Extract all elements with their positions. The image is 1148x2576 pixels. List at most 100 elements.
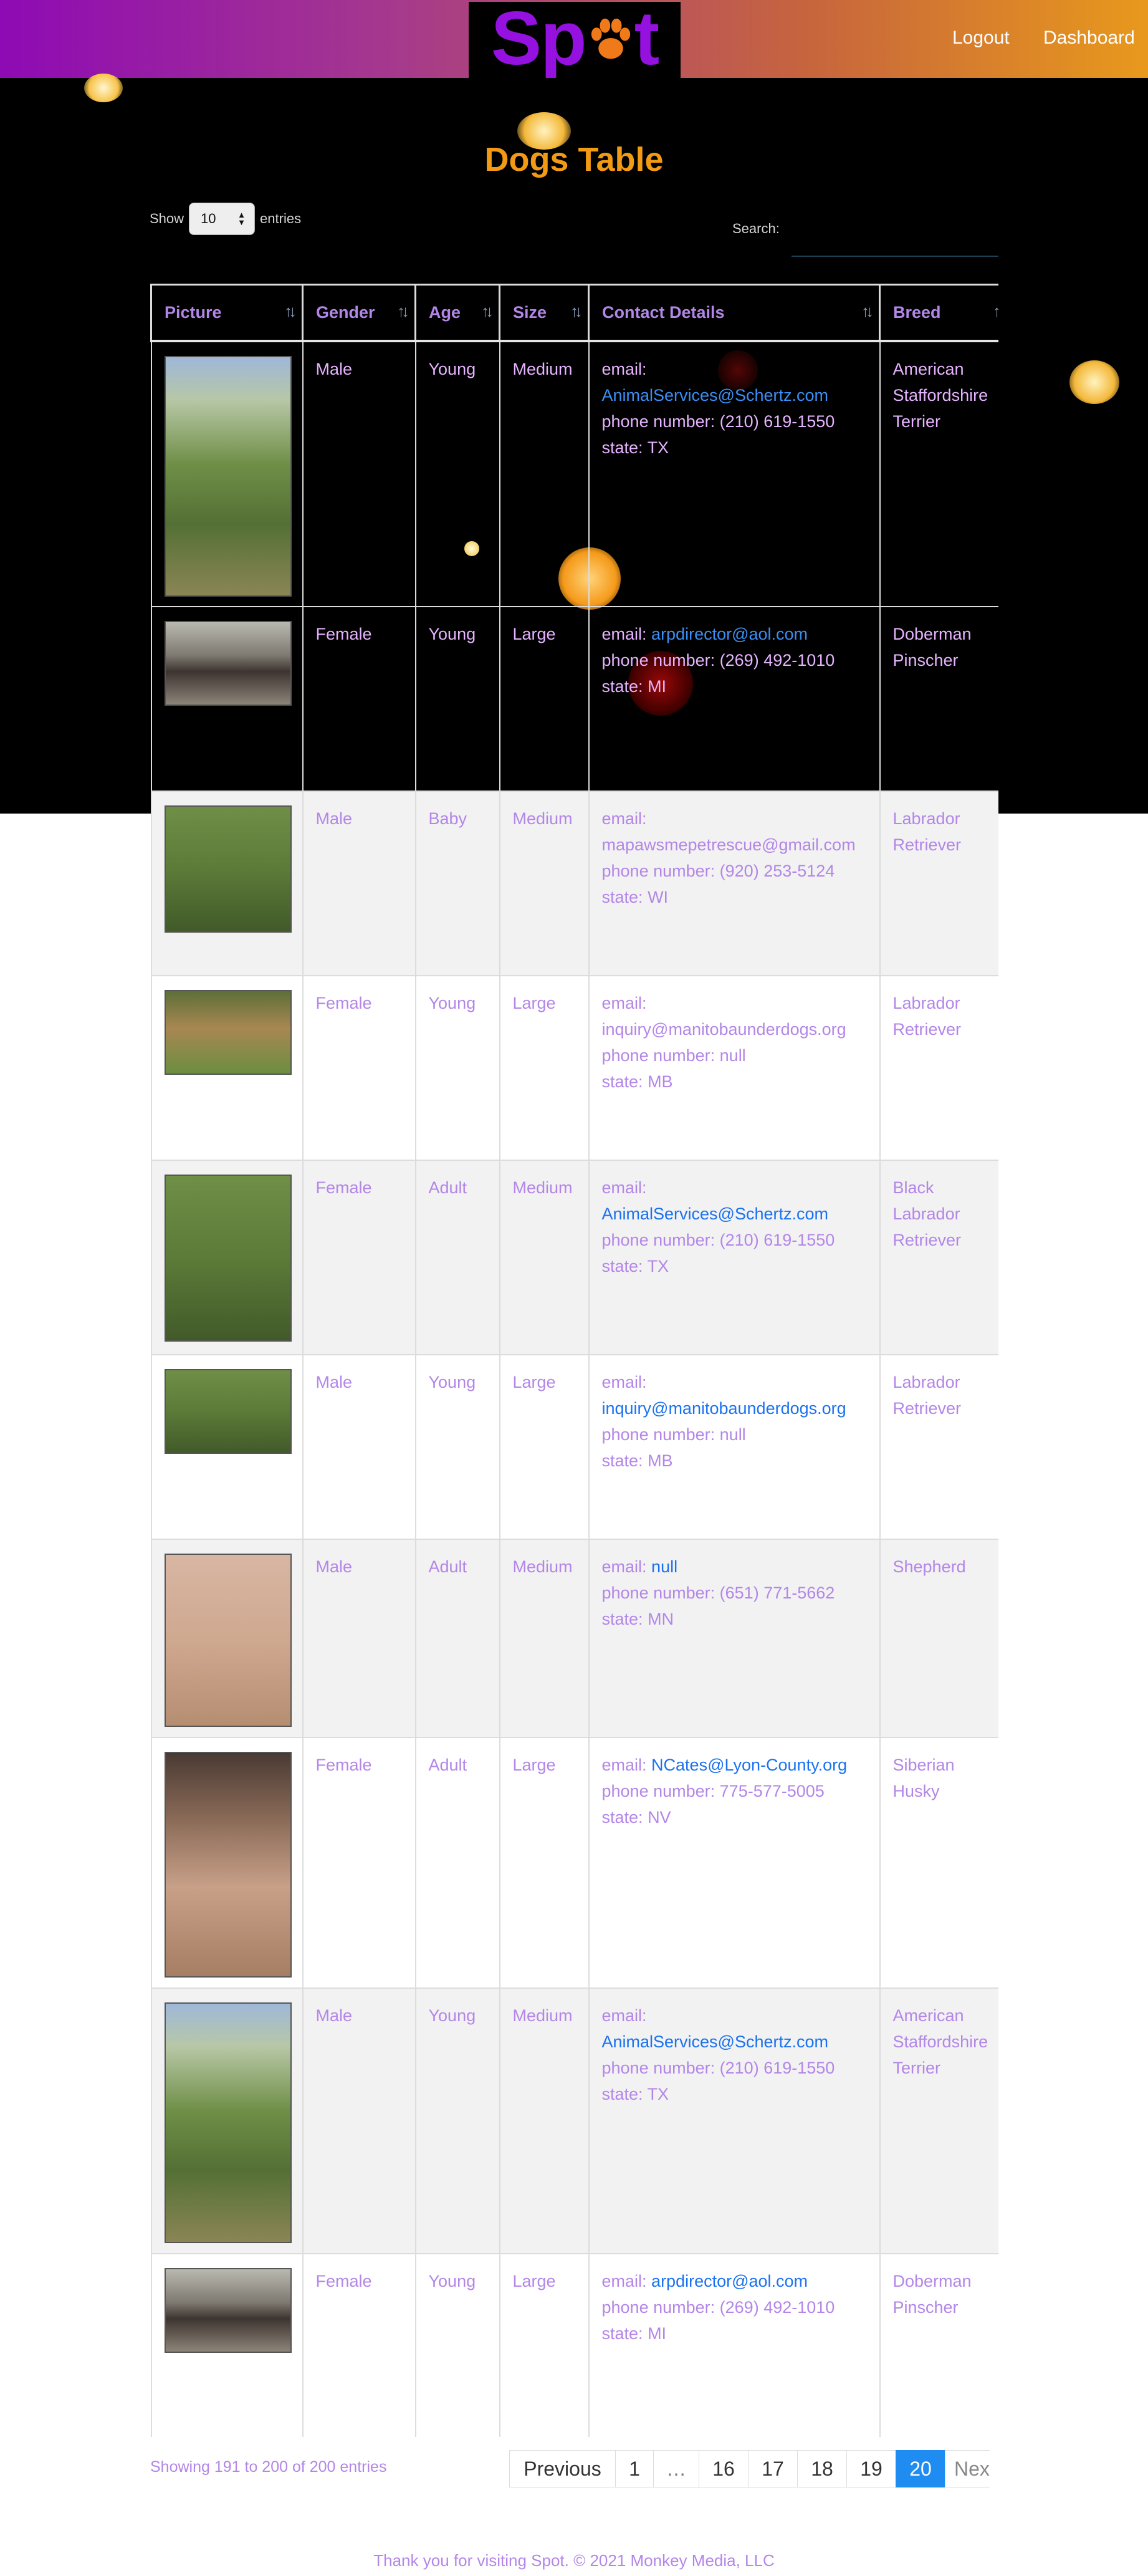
dog-photo[interactable]: [164, 2002, 292, 2243]
picture-cell: [150, 1353, 304, 1540]
dog-photo[interactable]: [164, 1368, 292, 1454]
logo-word: Sp: [490, 0, 587, 80]
picture-cell: [150, 1159, 304, 1355]
email-link[interactable]: arpdirector@aol.com: [651, 625, 808, 643]
email-link[interactable]: inquiry@manitobaunderdogs.org: [602, 1020, 846, 1039]
phone-label: phone number:: [601, 1583, 715, 1602]
email-link[interactable]: null: [651, 1557, 677, 1576]
breed-cell: Doberman Pinscher: [879, 605, 998, 792]
phone-label: phone number:: [601, 1781, 715, 1800]
age-cell: Adult: [414, 1538, 500, 1738]
sort-icon: ↑↓: [993, 302, 998, 320]
contact-cell: email: arpdirector@aol.com phone number:…: [588, 2252, 881, 2437]
paw-icon: [591, 18, 630, 59]
page-button-active[interactable]: 20: [896, 2450, 945, 2487]
sort-icon: ↑↓: [284, 302, 297, 320]
table-row: Male Young Medium email: AnimalServices@…: [150, 340, 998, 607]
age-cell: Young: [414, 1987, 500, 2254]
phone-label: phone number:: [601, 2297, 715, 2317]
table-row: Male Young Large email: inquiry@manitoba…: [150, 1353, 998, 1540]
sort-icon: ↑↓: [570, 302, 583, 320]
logo[interactable]: Sp t: [469, 0, 681, 80]
breed-cell: Labrador Retriever: [879, 974, 998, 1161]
entries-select[interactable]: 10 ▲ ▼: [189, 203, 256, 235]
picture-cell: [150, 1736, 304, 1989]
table-row: Female Young Large email: arpdirector@ao…: [150, 2252, 998, 2437]
dog-photo[interactable]: [164, 1553, 292, 1727]
page-button[interactable]: 19: [846, 2450, 896, 2487]
page-button[interactable]: 17: [748, 2450, 798, 2487]
picture-cell: [150, 1538, 304, 1738]
picture-cell: [150, 605, 304, 792]
top-navbar: Sp t Logout Dashboard: [0, 0, 1148, 78]
state-label: state:: [601, 1451, 643, 1470]
table-row: Female Adult Large email: NCates@Lyon-Co…: [150, 1736, 998, 1989]
email-link[interactable]: AnimalServices@Schertz.com: [602, 386, 829, 405]
age-cell: Adult: [414, 1159, 500, 1355]
gender-cell: Male: [302, 340, 416, 607]
phone-value: null: [719, 1425, 746, 1444]
state-label: state:: [601, 1256, 643, 1276]
search-input[interactable]: [792, 224, 998, 257]
breed-cell: Doberman Pinscher: [879, 2252, 998, 2437]
dog-photo[interactable]: [164, 2267, 292, 2353]
column-header-breed[interactable]: Breed ↑↓: [879, 284, 998, 342]
dog-photo[interactable]: [164, 1751, 292, 1978]
logout-link[interactable]: Logout: [952, 27, 1010, 49]
dogs-table-container: Picture ↑↓ Gender ↑↓ Age ↑↓ Size ↑↓ Contact …: [150, 284, 998, 2437]
dog-photo[interactable]: [164, 1174, 292, 1342]
email-link[interactable]: NCates@Lyon-County.org: [651, 1756, 847, 1774]
page-button[interactable]: 1: [615, 2450, 654, 2487]
email-link[interactable]: inquiry@manitobaunderdogs.org: [602, 1399, 846, 1418]
page-button[interactable]: 18: [797, 2450, 847, 2487]
column-header-size[interactable]: Size ↑↓: [499, 284, 590, 342]
email-label: email:: [601, 1178, 647, 1197]
age-cell: Baby: [414, 790, 500, 976]
previous-button[interactable]: Previous: [509, 2450, 616, 2487]
size-cell: Large: [499, 1353, 590, 1540]
sort-icon: ↑↓: [397, 302, 409, 320]
table-header-row: Picture ↑↓ Gender ↑↓ Age ↑↓ Size ↑↓ Contact …: [150, 284, 998, 342]
column-header-contact-details[interactable]: Contact Details ↑↓: [588, 284, 881, 342]
email-link[interactable]: mapawsmepetrescue@gmail.com: [602, 835, 856, 854]
email-label: email:: [601, 809, 647, 828]
column-header-label: Size: [513, 302, 547, 322]
state-value: TX: [647, 1256, 669, 1276]
state-value: MI: [648, 676, 667, 696]
breed-cell: Shepherd: [879, 1538, 998, 1738]
phone-value: (210) 619-1550: [719, 411, 835, 431]
column-header-picture[interactable]: Picture ↑↓: [150, 284, 304, 342]
gender-cell: Male: [302, 1987, 416, 2254]
pagination: Previous 1 … 16 17 18 19 20 Nex: [509, 2450, 990, 2487]
table-row: Female Young Large email: arpdirector@ao…: [150, 605, 998, 792]
next-button[interactable]: Nex: [945, 2450, 990, 2487]
page-ellipsis: …: [653, 2450, 699, 2487]
column-header-label: Picture: [165, 302, 222, 322]
size-cell: Medium: [499, 1987, 590, 2254]
phone-label: phone number:: [601, 411, 715, 431]
dog-photo[interactable]: [164, 989, 292, 1075]
contact-cell: email: null phone number: (651) 771-5662…: [588, 1538, 881, 1738]
state-value: MI: [648, 2324, 667, 2343]
email-link[interactable]: AnimalServices@Schertz.com: [602, 2032, 829, 2051]
contact-cell: email: NCates@Lyon-County.org phone numb…: [588, 1736, 881, 1989]
page-button[interactable]: 16: [699, 2450, 749, 2487]
state-value: TX: [647, 2084, 669, 2103]
column-header-gender[interactable]: Gender ↑↓: [302, 284, 416, 342]
dog-photo[interactable]: [164, 620, 292, 706]
dog-photo[interactable]: [164, 805, 292, 933]
gender-cell: Female: [302, 1736, 416, 1989]
table-row: Male Adult Medium email: null phone numb…: [150, 1538, 998, 1738]
state-label: state:: [601, 676, 643, 696]
dog-photo[interactable]: [164, 355, 292, 597]
contact-cell: email: inquiry@manitobaunderdogs.org pho…: [588, 974, 881, 1161]
dashboard-link[interactable]: Dashboard: [1043, 27, 1135, 49]
dogs-table: Picture ↑↓ Gender ↑↓ Age ↑↓ Size ↑↓ Contact …: [150, 284, 998, 2437]
email-link[interactable]: AnimalServices@Schertz.com: [602, 1204, 829, 1223]
state-value: NV: [648, 1807, 671, 1827]
column-header-age[interactable]: Age ↑↓: [414, 284, 500, 342]
sort-icon: ↑↓: [481, 302, 494, 320]
phone-value: 775-577-5005: [719, 1781, 825, 1800]
email-link[interactable]: arpdirector@aol.com: [651, 2272, 808, 2290]
state-value: MB: [648, 1072, 673, 1091]
